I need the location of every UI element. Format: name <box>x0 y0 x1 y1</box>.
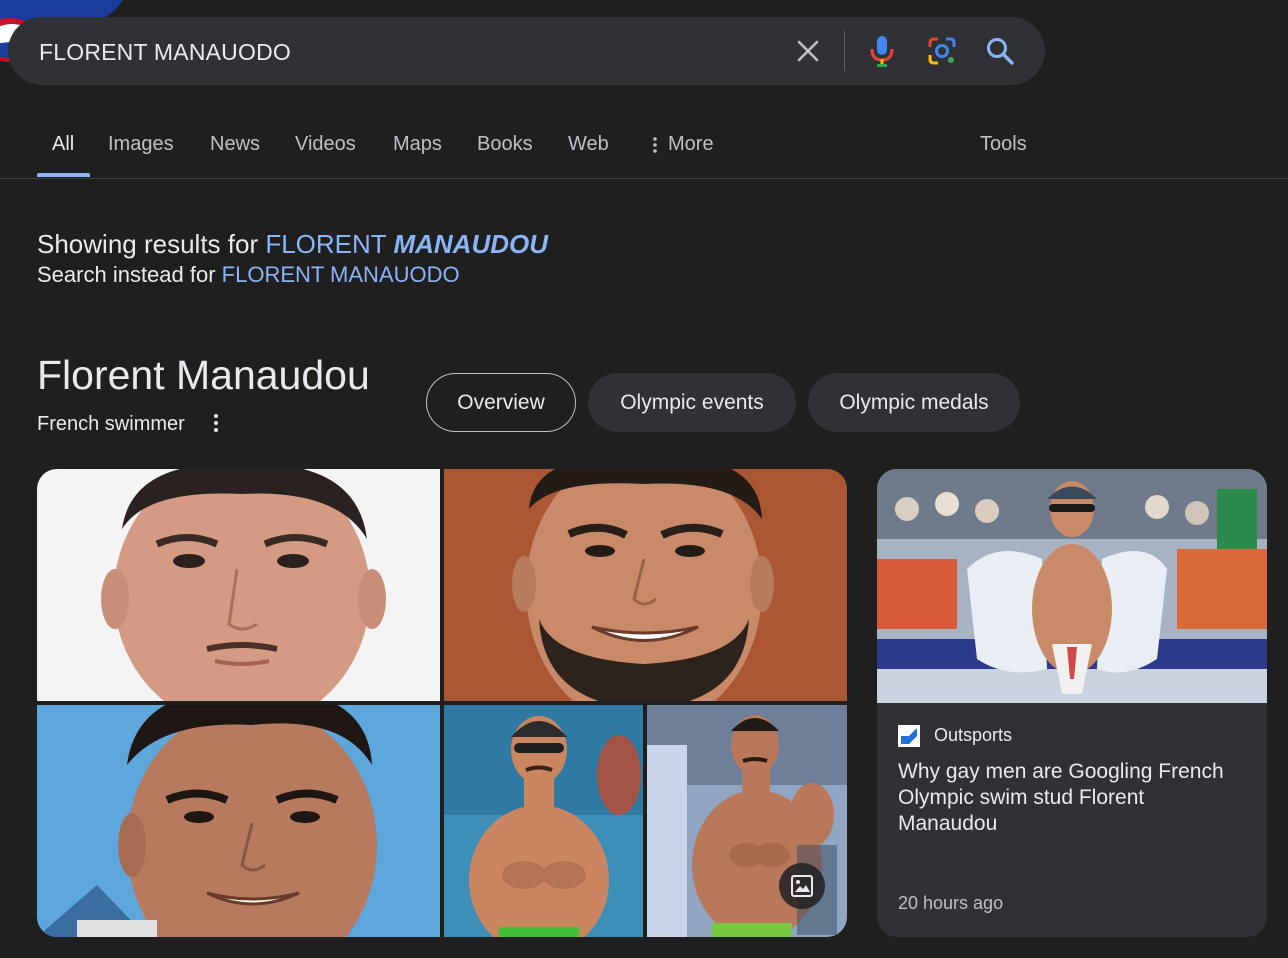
tab-web[interactable]: Web <box>568 133 609 156</box>
search-bar[interactable]: FLORENT MANAUODO <box>8 17 1045 85</box>
outsports-logo-icon <box>898 725 920 747</box>
tab-news[interactable]: News <box>210 133 260 156</box>
chip-olympic-events[interactable]: Olympic events <box>588 373 796 432</box>
original-query-link[interactable]: FLORENT MANAUODO <box>222 262 460 287</box>
tab-books[interactable]: Books <box>477 133 533 156</box>
news-title[interactable]: Why gay men are Googling French Olympic … <box>898 759 1248 837</box>
tab-all[interactable]: All <box>52 133 74 156</box>
knowledge-panel-title: Florent Manaudou <box>37 352 370 398</box>
search-input[interactable]: FLORENT MANAUODO <box>39 39 291 66</box>
search-tabs: All Images News Videos Maps Books Web Mo… <box>0 110 1288 178</box>
chip-olympic-medals[interactable]: Olympic medals <box>808 373 1020 432</box>
showing-results-for: Showing results for FLORENT MANAUDOU <box>37 229 548 259</box>
chip-overview[interactable]: Overview <box>426 373 576 432</box>
image-grid <box>37 469 847 937</box>
corrected-query-link[interactable]: FLORENT MANAUDOU <box>265 229 548 259</box>
tab-videos[interactable]: Videos <box>295 133 356 156</box>
knowledge-panel-subtitle: French swimmer <box>37 413 185 435</box>
search-instead-for: Search instead for FLORENT MANAUODO <box>37 262 460 287</box>
search-divider <box>844 31 845 71</box>
more-vert-icon <box>653 136 657 153</box>
tab-images[interactable]: Images <box>108 133 174 156</box>
tools-button[interactable]: Tools <box>980 133 1027 156</box>
tabs-divider <box>0 178 1288 179</box>
view-images-icon[interactable] <box>779 863 825 909</box>
lens-icon[interactable] <box>925 34 959 68</box>
more-options-icon[interactable] <box>204 410 228 436</box>
tab-maps[interactable]: Maps <box>393 133 442 156</box>
image-tile[interactable] <box>444 469 847 701</box>
tab-more-label: More <box>668 133 714 155</box>
image-tile[interactable] <box>37 469 440 701</box>
news-card[interactable]: Outsports Why gay men are Googling Frenc… <box>877 469 1267 937</box>
news-source: Outsports <box>934 725 1013 745</box>
image-tile[interactable] <box>37 705 440 937</box>
microphone-icon[interactable] <box>865 34 899 68</box>
search-icon[interactable] <box>983 34 1017 68</box>
news-timestamp: 20 hours ago <box>898 893 1004 913</box>
news-thumbnail <box>877 469 1267 703</box>
image-tile[interactable] <box>444 705 643 937</box>
close-icon[interactable] <box>791 34 825 68</box>
tab-more[interactable]: More <box>652 133 714 156</box>
active-tab-indicator <box>37 173 90 177</box>
